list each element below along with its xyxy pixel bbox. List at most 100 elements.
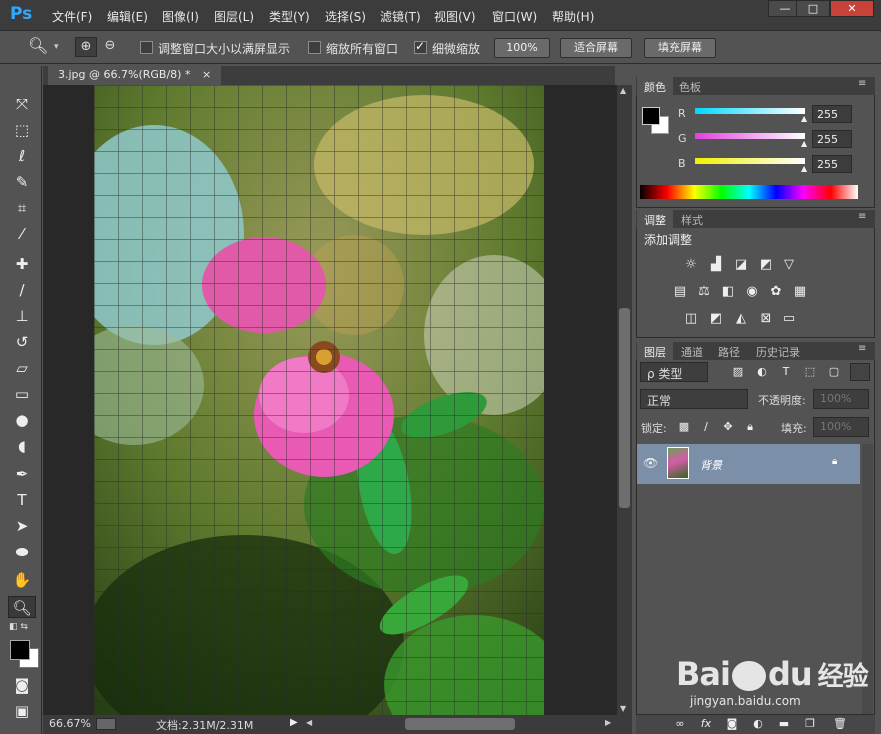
delete-layer-icon[interactable]: 🗑︎	[830, 715, 850, 733]
layer-filter-kind-dropdown[interactable]: ρ 类型	[640, 362, 708, 382]
pen-tool-icon[interactable]: ✒	[8, 463, 36, 485]
vibrance-icon[interactable]: ▽	[779, 256, 799, 274]
type-tool-icon[interactable]: T	[8, 489, 36, 511]
new-layer-icon[interactable]: ❐	[800, 715, 820, 733]
layer-style-fx-icon[interactable]: fx	[696, 715, 716, 733]
tab-styles[interactable]: 样式	[674, 210, 710, 228]
filter-adjustment-icon[interactable]: ◐	[752, 363, 772, 381]
menu-select[interactable]: 选择(S)	[325, 8, 366, 25]
hue-saturation-icon[interactable]: ▤	[670, 283, 690, 301]
tab-color[interactable]: 颜色	[637, 77, 673, 95]
history-brush-tool-icon[interactable]: ↺	[8, 331, 36, 353]
filter-type-icon[interactable]: T	[776, 363, 796, 381]
layer-name[interactable]: 背景	[700, 457, 722, 473]
clone-stamp-tool-icon[interactable]: ⊥	[8, 305, 36, 327]
document-image[interactable]	[94, 85, 544, 715]
exposure-icon[interactable]: ◩	[756, 256, 776, 274]
threshold-icon[interactable]: ◭	[731, 310, 751, 328]
lock-position-icon[interactable]: ✥	[718, 418, 738, 436]
selective-color-icon[interactable]: ⊠	[756, 310, 776, 328]
zoom-tool-icon[interactable]: 🔍︎	[28, 36, 48, 55]
levels-icon[interactable]: ▟	[706, 256, 726, 274]
brightness-contrast-icon[interactable]: ☼	[681, 256, 701, 274]
zoom-in-icon[interactable]: ⊕	[75, 37, 97, 57]
horizontal-scroll-thumb[interactable]	[405, 718, 515, 730]
filter-smart-object-icon[interactable]: ▢	[824, 363, 844, 381]
eyedropper-tool-icon[interactable]: ⁄	[8, 223, 36, 245]
crop-tool-icon[interactable]: ⌗	[8, 197, 36, 219]
vertical-scroll-thumb[interactable]	[619, 308, 630, 508]
tab-swatches[interactable]: 色板	[672, 77, 708, 95]
opacity-input[interactable]: 100%	[813, 389, 869, 409]
scroll-down-arrow-icon[interactable]: ▼	[620, 704, 626, 713]
invert-icon[interactable]: ◫	[681, 310, 701, 328]
tab-adjustments[interactable]: 调整	[637, 210, 673, 228]
new-group-icon[interactable]: ▬	[774, 715, 794, 733]
photo-filter-icon[interactable]: ◉	[742, 283, 762, 301]
path-select-tool-icon[interactable]: ➤	[8, 515, 36, 537]
fill-screen-button[interactable]: 填充屏幕	[644, 38, 716, 58]
move-tool-icon[interactable]: ⤧	[8, 93, 36, 115]
color-lookup-icon[interactable]: ▦	[790, 283, 810, 301]
document-tab-close-icon[interactable]: ×	[202, 68, 211, 81]
marquee-tool-icon[interactable]: ⬚	[8, 119, 36, 141]
menu-layer[interactable]: 图层(L)	[214, 8, 254, 25]
filter-pixel-icon[interactable]: ▨	[728, 363, 748, 381]
gradient-tool-icon[interactable]: ▭	[8, 383, 36, 405]
fit-screen-button[interactable]: 适合屏幕	[560, 38, 632, 58]
tool-preset-dropdown-icon[interactable]: ▾	[54, 42, 59, 52]
adjustments-panel-menu-icon[interactable]: ≡	[858, 211, 866, 222]
hand-tool-icon[interactable]: ✋	[8, 569, 36, 591]
lock-transparent-pixels-icon[interactable]: ▩	[674, 418, 694, 436]
channel-g-value[interactable]: 255	[812, 130, 852, 148]
close-window-button[interactable]: ✕	[830, 0, 874, 17]
channel-r-value[interactable]: 255	[812, 105, 852, 123]
channel-b-value[interactable]: 255	[812, 155, 852, 173]
lasso-tool-icon[interactable]: ℓ	[8, 145, 36, 167]
menu-image[interactable]: 图像(I)	[162, 8, 199, 25]
dodge-tool-icon[interactable]: ◖	[8, 435, 36, 457]
channel-r-handle-icon[interactable]: ▲	[801, 114, 807, 123]
zoom-tool-icon-active[interactable]: 🔍︎	[8, 596, 36, 618]
restore-button[interactable]: □	[796, 0, 830, 17]
menu-help[interactable]: 帮助(H)	[552, 8, 594, 25]
scroll-right-arrow-icon[interactable]: ▶	[605, 718, 611, 727]
ellipse-tool-icon[interactable]: ⬬	[8, 541, 36, 563]
zoom-out-icon[interactable]: ⊖	[100, 37, 120, 57]
blur-tool-icon[interactable]: ●	[8, 409, 36, 431]
link-layers-icon[interactable]: ∞	[670, 715, 690, 733]
channel-r-slider[interactable]	[695, 108, 805, 114]
status-options-icon[interactable]	[96, 718, 116, 730]
screen-mode-icon[interactable]: ▣	[8, 700, 36, 722]
scrubby-zoom-checkbox[interactable]	[414, 39, 427, 54]
tab-layers[interactable]: 图层	[637, 342, 673, 360]
curves-icon[interactable]: ◪	[731, 256, 751, 274]
filter-shape-icon[interactable]: ⬚	[800, 363, 820, 381]
default-colors-icon[interactable]: ◧ ⇆	[9, 622, 28, 632]
zoom-level[interactable]: 66.67%	[49, 717, 91, 730]
brush-tool-icon[interactable]: ∕	[8, 279, 36, 301]
gradient-map-icon[interactable]: ▭	[779, 310, 799, 328]
menu-window[interactable]: 窗口(W)	[492, 8, 537, 25]
foreground-color-chip[interactable]	[642, 107, 660, 125]
menu-type[interactable]: 类型(Y)	[269, 8, 310, 25]
quick-select-tool-icon[interactable]: ✎	[8, 171, 36, 193]
color-spectrum-bar[interactable]	[640, 185, 858, 199]
black-white-icon[interactable]: ◧	[718, 283, 738, 301]
channel-mixer-icon[interactable]: ✿	[766, 283, 786, 301]
resize-windows-checkbox[interactable]	[140, 41, 153, 54]
add-mask-icon[interactable]: ◙	[722, 715, 742, 733]
tab-paths[interactable]: 路径	[711, 342, 747, 360]
document-tab[interactable]: 3.jpg @ 66.7%(RGB/8) * ×	[48, 66, 222, 85]
channel-b-slider[interactable]	[695, 158, 805, 164]
eraser-tool-icon[interactable]: ▱	[8, 357, 36, 379]
filter-toggle-switch[interactable]	[850, 363, 870, 381]
panel-menu-icon[interactable]: ≡	[858, 78, 866, 89]
scroll-up-arrow-icon[interactable]: ▲	[620, 86, 626, 95]
scroll-left-arrow-icon[interactable]: ◀	[306, 718, 312, 727]
new-adjustment-layer-icon[interactable]: ◐	[748, 715, 768, 733]
posterize-icon[interactable]: ◩	[706, 310, 726, 328]
tab-channels[interactable]: 通道	[674, 342, 710, 360]
menu-file[interactable]: 文件(F)	[52, 8, 92, 25]
menu-view[interactable]: 视图(V)	[434, 8, 476, 25]
